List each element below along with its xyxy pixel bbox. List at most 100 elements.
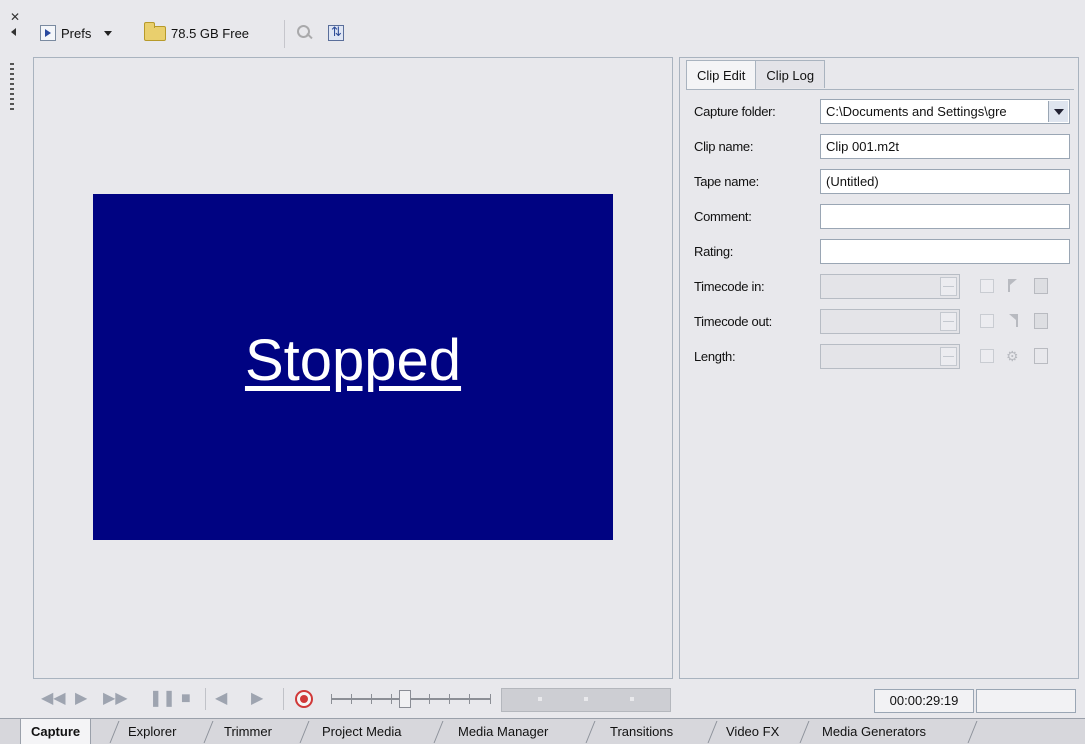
timecode-out-checkbox[interactable] [980,314,994,328]
shuttle-notch [630,697,634,701]
clip-name-label: Clip name: [694,139,754,154]
transport-divider [205,688,206,710]
chevron-down-icon[interactable] [1048,101,1068,122]
go-to-in-icon[interactable] [1034,278,1048,294]
preview-status-text: Stopped [244,328,462,393]
close-icon[interactable]: ✕ [10,10,20,24]
comment-row: Comment: [694,204,1074,229]
tab-clip-log[interactable]: Clip Log [755,60,826,88]
collapse-arrow-icon[interactable] [11,28,16,36]
scene-detect-button[interactable] [296,22,314,44]
capture-folder-row: Capture folder: C:\Documents and Setting… [694,99,1074,124]
folder-icon [144,21,166,41]
length-spinner[interactable] [940,347,957,366]
tab-explorer[interactable]: Explorer [118,719,186,744]
length-input[interactable] [820,344,960,369]
clip-tabs: Clip Edit Clip Log [686,60,826,90]
jog-track [331,698,491,700]
timecode-out-row: Timecode out: [694,309,1074,334]
drag-handle-icon[interactable] [10,63,14,111]
go-to-out-icon[interactable] [1034,313,1048,329]
comment-label: Comment: [694,209,752,224]
timecode-in-input[interactable] [820,274,960,299]
play-button[interactable]: ▶ [75,690,87,708]
clip-name-input[interactable]: Clip 001.m2t [820,134,1070,159]
fast-forward-button[interactable]: ▶▶ [103,690,128,708]
mark-in-icon[interactable] [1006,278,1020,294]
previous-frame-button[interactable]: ◀ [215,690,227,708]
capture-folder-select[interactable]: C:\Documents and Settings\gre [820,99,1070,124]
refresh-icon [328,24,344,41]
next-frame-button[interactable]: ▶ [251,690,263,708]
jog-tick [469,694,470,704]
timecode-out-label: Timecode out: [694,314,772,329]
tab-video-fx[interactable]: Video FX [716,719,789,744]
tab-project-media[interactable]: Project Media [312,719,411,744]
clip-details-panel: Clip Edit Clip Log Capture folder: C:\Do… [679,57,1079,679]
tab-media-generators[interactable]: Media Generators [812,719,936,744]
jog-tick [449,694,450,704]
prefs-label: Prefs [61,25,92,41]
length-checkbox[interactable] [980,349,994,363]
timecode-out-spinner[interactable] [940,312,957,331]
mark-out-icon[interactable] [1006,313,1020,329]
dropdown-caret-icon[interactable] [104,30,113,36]
tab-divider [686,89,1074,90]
shuttle-control[interactable] [501,688,671,712]
tab-trimmer[interactable]: Trimmer [214,719,282,744]
tab-separator [967,721,978,743]
jog-thumb[interactable] [399,690,411,708]
capture-folder-button[interactable]: 78.5 GB Free [144,21,250,44]
timecode-out-input[interactable] [820,309,960,334]
rating-label: Rating: [694,244,734,259]
refresh-button[interactable] [328,22,344,44]
tab-separator [299,721,310,743]
timecode-display: 00:00:29:19 [874,689,974,713]
tab-transitions[interactable]: Transitions [600,719,683,744]
shuttle-notch [538,697,542,701]
batch-capture-icon[interactable]: ⚙ [1006,348,1020,364]
toolbar-divider [284,20,285,48]
tab-clip-edit[interactable]: Clip Edit [686,60,757,90]
clip-name-row: Clip name: Clip 001.m2t [694,134,1074,159]
timecode-in-checkbox[interactable] [980,279,994,293]
jog-slider[interactable] [331,690,491,708]
window-tab-bar: Capture Explorer Trimmer Project Media M… [0,718,1085,744]
capture-folder-label: Capture folder: [694,104,776,119]
tab-separator [585,721,596,743]
stop-button[interactable]: ■ [181,690,191,708]
tab-media-manager[interactable]: Media Manager [448,719,558,744]
magnifier-icon [296,24,314,42]
capture-folder-value: C:\Documents and Settings\gre [826,104,1007,119]
rating-input[interactable] [820,239,1070,264]
video-preview-panel: Stopped [33,57,673,679]
timecode-in-row: Timecode in: [694,274,1074,299]
rewind-button[interactable]: ◀◀ [41,690,66,708]
prefs-icon [40,25,56,41]
rating-row: Rating: [694,239,1074,264]
tab-separator [433,721,444,743]
length-label: Length: [694,349,736,364]
prefs-button[interactable]: Prefs [40,22,113,44]
transport-bar: ◀◀ ▶ ▶▶ ❚❚ ■ ◀ ▶ [33,684,673,714]
tab-capture[interactable]: Capture [20,719,92,744]
log-clip-icon[interactable] [1034,348,1048,364]
video-preview-screen: Stopped [93,194,613,540]
jog-tick [391,694,392,704]
tab-separator [799,721,810,743]
jog-tick [371,694,372,704]
jog-tick [331,694,332,704]
pause-button[interactable]: ❚❚ [149,690,176,708]
tape-name-input[interactable]: (Untitled) [820,169,1070,194]
jog-tick [351,694,352,704]
free-space-label: 78.5 GB Free [171,25,250,41]
capture-window: ✕ Prefs 78.5 GB Free Stopped Clip Edit C… [0,0,1085,744]
jog-tick [429,694,430,704]
timecode-in-spinner[interactable] [940,277,957,296]
secondary-display [976,689,1076,713]
tab-separator [203,721,214,743]
transport-divider [283,688,284,710]
record-button[interactable] [295,690,313,708]
dock-grip[interactable]: ✕ [6,8,26,111]
comment-input[interactable] [820,204,1070,229]
